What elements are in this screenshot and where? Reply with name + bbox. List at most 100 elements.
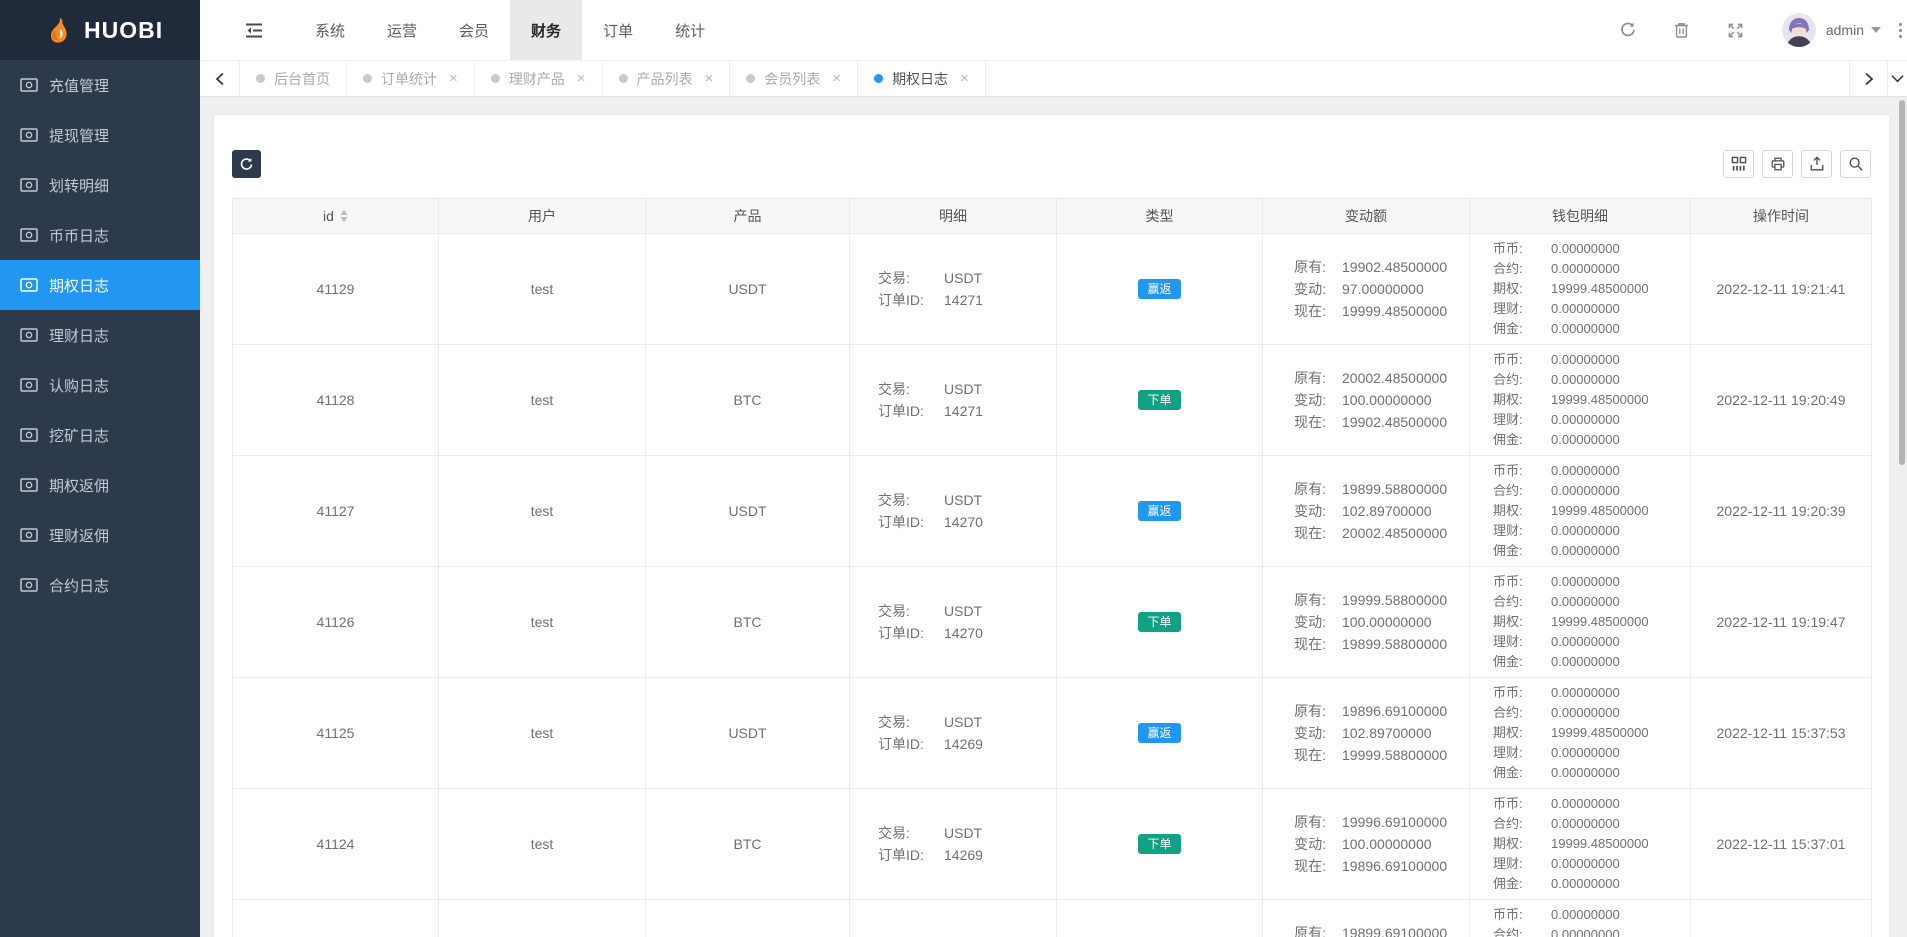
sidebar-item[interactable]: 期权返佣 bbox=[0, 460, 200, 510]
topnav-item[interactable]: 运营 bbox=[366, 0, 438, 60]
money-icon bbox=[20, 478, 38, 492]
sidebar-item-label: 期权返佣 bbox=[49, 475, 109, 496]
column-header-type: 类型 bbox=[1057, 199, 1263, 234]
sidebar-menu: 充值管理 提现管理 划转明细 币币日志 bbox=[0, 60, 200, 610]
tab[interactable]: 后台首页 bbox=[240, 61, 347, 96]
refresh-icon[interactable] bbox=[1612, 14, 1644, 46]
tabs-scroll-right-button[interactable] bbox=[1849, 61, 1887, 96]
row-time: 2022-12-11 19:20:39 bbox=[1717, 503, 1846, 519]
row-change: 原有:19999.58800000 变动:100.00000000 现在:198… bbox=[1264, 589, 1468, 655]
sidebar-item-label: 理财返佣 bbox=[49, 525, 109, 546]
row-id: 41128 bbox=[317, 392, 355, 408]
print-button[interactable] bbox=[1762, 150, 1793, 178]
tab[interactable]: 订单统计 × bbox=[347, 61, 475, 96]
money-icon bbox=[20, 428, 38, 442]
user-caret-down-icon[interactable] bbox=[1871, 27, 1881, 33]
brand-logo[interactable]: HUOBI bbox=[0, 0, 200, 60]
table-row: 41129 test USDT 交易:USDT 订单ID:14271 赢返 原有… bbox=[233, 234, 1872, 345]
sidebar-item[interactable]: 合约日志 bbox=[0, 560, 200, 610]
sidebar-item[interactable]: 充值管理 bbox=[0, 60, 200, 110]
sidebar-item-label: 期权日志 bbox=[49, 275, 109, 296]
column-header-time: 操作时间 bbox=[1691, 199, 1872, 234]
tab[interactable]: 期权日志 × bbox=[858, 61, 986, 96]
row-change: 原有:19996.69100000 变动:100.00000000 现在:198… bbox=[1264, 811, 1468, 877]
export-button[interactable] bbox=[1801, 150, 1832, 178]
tab-close-icon[interactable]: × bbox=[960, 71, 969, 86]
options-log-table: id 用户 产品 明细 类型 变动额 钱包明细 操作时间 bbox=[232, 198, 1872, 937]
sidebar-item-label: 理财日志 bbox=[49, 325, 109, 346]
sidebar-item[interactable]: 提现管理 bbox=[0, 110, 200, 160]
table-card: id 用户 产品 明细 类型 变动额 钱包明细 操作时间 bbox=[214, 115, 1889, 937]
sidebar-item[interactable]: 期权日志 bbox=[0, 260, 200, 310]
table-row: 41126 test BTC 交易:USDT 订单ID:14270 下单 原有:… bbox=[233, 567, 1872, 678]
row-detail: 交易:USDT 订单ID:14269 bbox=[878, 711, 1028, 755]
tab-close-icon[interactable]: × bbox=[832, 71, 841, 86]
row-product: USDT bbox=[728, 503, 766, 519]
flame-icon bbox=[42, 15, 72, 45]
username[interactable]: admin bbox=[1826, 22, 1864, 38]
row-id: 41124 bbox=[317, 836, 355, 852]
row-change: 原有:19896.69100000 变动:102.89700000 现在:199… bbox=[1264, 700, 1468, 766]
sidebar-item-label: 充值管理 bbox=[49, 75, 109, 96]
tab[interactable]: 理财产品 × bbox=[475, 61, 603, 96]
table-row: 原有:19899.69100000 变动: 现在: 币币:0.00000000 … bbox=[233, 900, 1872, 937]
row-product: USDT bbox=[728, 281, 766, 297]
more-menu-icon[interactable] bbox=[1899, 23, 1902, 38]
money-icon bbox=[20, 578, 38, 592]
sidebar-item-label: 币币日志 bbox=[49, 225, 109, 246]
vertical-scrollbar-thumb[interactable] bbox=[1899, 100, 1905, 465]
sidebar-item[interactable]: 理财返佣 bbox=[0, 510, 200, 560]
tabs-dropdown-button[interactable] bbox=[1887, 61, 1907, 96]
column-header-product: 产品 bbox=[646, 199, 850, 234]
fullscreen-icon[interactable] bbox=[1720, 14, 1752, 46]
table-row: 41127 test USDT 交易:USDT 订单ID:14270 赢返 原有… bbox=[233, 456, 1872, 567]
table-refresh-button[interactable] bbox=[232, 150, 261, 178]
tabs-strip: 后台首页 订单统计 × 理财产品 × 产品列表 × 会员列表 × 期权日志 × bbox=[240, 61, 1849, 96]
sidebar-item[interactable]: 认购日志 bbox=[0, 360, 200, 410]
sidebar-collapse-icon[interactable] bbox=[244, 22, 264, 39]
column-header-id[interactable]: id bbox=[233, 199, 439, 234]
topnav-item[interactable]: 统计 bbox=[654, 0, 726, 60]
search-button[interactable] bbox=[1840, 150, 1871, 178]
tab-dot-icon bbox=[746, 74, 755, 83]
tab-close-icon[interactable]: × bbox=[705, 71, 714, 86]
row-id: 41127 bbox=[317, 503, 355, 519]
app-window: HUOBI 充值管理 提现管理 划转明细 bbox=[0, 0, 1907, 937]
table-body: 41129 test USDT 交易:USDT 订单ID:14271 赢返 原有… bbox=[233, 234, 1872, 937]
tabs-scroll-left-button[interactable] bbox=[200, 61, 240, 96]
trash-icon[interactable] bbox=[1666, 14, 1698, 46]
row-wallet: 币币:0.00000000 合约:0.00000000 期权:19999.485… bbox=[1493, 683, 1667, 783]
row-change: 原有:19899.69100000 变动: 现在: bbox=[1264, 922, 1468, 937]
row-wallet: 币币:0.00000000 合约:0.00000000 期权:19999.485… bbox=[1493, 350, 1667, 450]
sort-icon[interactable] bbox=[340, 210, 348, 222]
tab-dot-icon bbox=[256, 74, 265, 83]
columns-toggle-button[interactable] bbox=[1723, 150, 1754, 178]
money-icon bbox=[20, 178, 38, 192]
sidebar-item[interactable]: 挖矿日志 bbox=[0, 410, 200, 460]
tab[interactable]: 会员列表 × bbox=[730, 61, 858, 96]
row-id: 41126 bbox=[317, 614, 355, 630]
money-icon bbox=[20, 128, 38, 142]
tab-dot-icon bbox=[619, 74, 628, 83]
table-tool-group bbox=[1723, 150, 1871, 178]
type-badge: 赢返 bbox=[1138, 501, 1180, 521]
column-header-wallet: 钱包明细 bbox=[1470, 199, 1691, 234]
row-time: 2022-12-11 19:19:47 bbox=[1717, 614, 1846, 630]
tab-close-icon[interactable]: × bbox=[577, 71, 586, 86]
tab-label: 后台首页 bbox=[274, 69, 330, 89]
sidebar-item-label: 划转明细 bbox=[49, 175, 109, 196]
sidebar-item[interactable]: 划转明细 bbox=[0, 160, 200, 210]
topnav-item[interactable]: 订单 bbox=[582, 0, 654, 60]
tab-close-icon[interactable]: × bbox=[449, 71, 458, 86]
avatar[interactable] bbox=[1782, 13, 1816, 47]
tab-dot-icon bbox=[363, 74, 372, 83]
topnav-item[interactable]: 会员 bbox=[438, 0, 510, 60]
topnav-item[interactable]: 系统 bbox=[294, 0, 366, 60]
topnav-item[interactable]: 财务 bbox=[510, 0, 582, 60]
sidebar-item[interactable]: 币币日志 bbox=[0, 210, 200, 260]
sidebar-item-label: 合约日志 bbox=[49, 575, 109, 596]
tab[interactable]: 产品列表 × bbox=[603, 61, 731, 96]
money-icon bbox=[20, 528, 38, 542]
row-change: 原有:19902.48500000 变动:97.00000000 现在:1999… bbox=[1264, 256, 1468, 322]
sidebar-item[interactable]: 理财日志 bbox=[0, 310, 200, 360]
